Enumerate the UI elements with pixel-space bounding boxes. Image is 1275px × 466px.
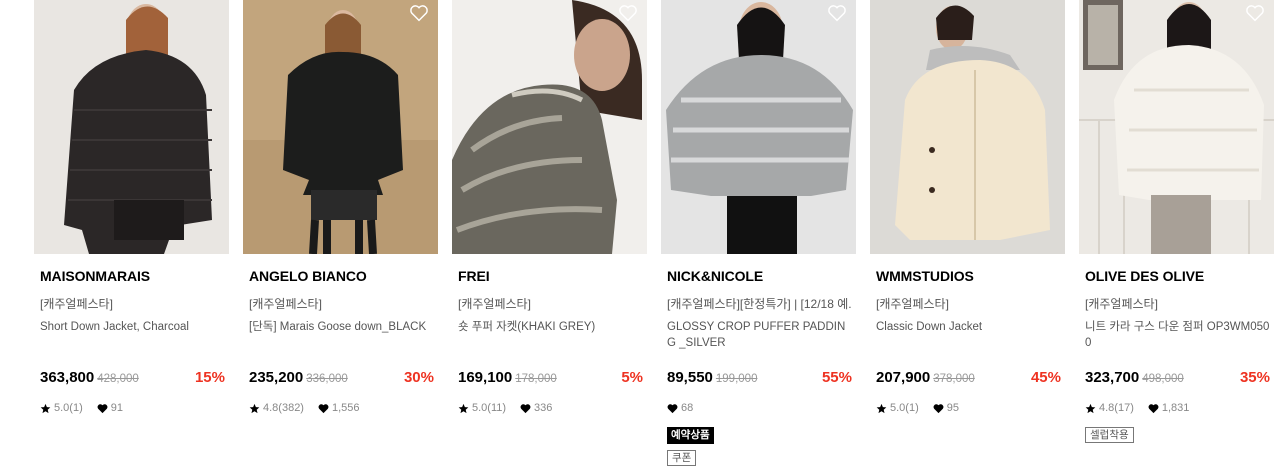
product-image[interactable] [243, 0, 438, 254]
sale-price: 169,100 [458, 369, 513, 386]
heart-icon [933, 403, 944, 413]
reservation-badge: 예약상품 [667, 427, 714, 444]
product-category: [캐주얼페스타] [1085, 297, 1158, 311]
product-brand[interactable]: FREI [458, 268, 490, 284]
product-image[interactable] [1079, 0, 1274, 254]
star-icon [458, 403, 469, 413]
original-price: 199,000 [715, 373, 758, 385]
sale-price: 235,200 [249, 369, 304, 386]
product-card[interactable]: MAISONMARAIS [캐주얼페스타] Short Down Jacket,… [34, 0, 229, 466]
product-title[interactable]: Short Down Jacket, Charcoal [40, 319, 226, 335]
product-stats: 5.0(11) 336 [458, 402, 552, 414]
product-image[interactable] [661, 0, 856, 254]
product-category: [캐주얼페스타] [40, 297, 113, 311]
product-stats: 5.0(1) 95 [876, 402, 959, 414]
discount-rate: 35% [1239, 369, 1270, 386]
product-stats: 4.8(17) 1,831 [1085, 402, 1189, 414]
product-title[interactable]: Classic Down Jacket [876, 319, 1062, 335]
product-price: 207,900 378,000 [876, 369, 975, 386]
celebrity-badge: 셀럽착용 [1085, 427, 1134, 443]
star-icon [876, 403, 887, 413]
rating-value: 4.8(17) [1099, 402, 1134, 414]
product-card[interactable]: OLIVE DES OLIVE [캐주얼페스타] 니트 카라 구스 다운 점퍼 … [1079, 0, 1274, 466]
heart-icon [520, 403, 531, 413]
likes-count: 68 [681, 402, 694, 414]
product-card[interactable]: ANGELO BIANCO [캐주얼페스타] [단독] Marais Goose… [243, 0, 438, 466]
product-price: 363,800 428,000 [40, 369, 139, 386]
original-price: 428,000 [97, 373, 139, 385]
product-category: [캐주얼페스타] [876, 297, 949, 311]
product-brand[interactable]: MAISONMARAIS [40, 268, 150, 284]
product-card[interactable]: FREI [캐주얼페스타] 숏 푸퍼 자켓(KHAKI GREY) 169,10… [452, 0, 647, 466]
product-price: 89,550 199,000 [667, 369, 757, 386]
discount-rate: 55% [821, 369, 852, 386]
likes-count: 1,556 [331, 402, 360, 414]
sale-price: 323,700 [1085, 369, 1140, 386]
heart-icon [97, 403, 108, 413]
wishlist-heart-icon[interactable] [409, 4, 429, 22]
rating-value: 4.8(382) [263, 402, 304, 414]
product-price: 235,200 336,000 [249, 369, 348, 386]
wishlist-heart-icon[interactable] [618, 4, 638, 22]
product-title[interactable]: [단독] Marais Goose down_BLACK [249, 319, 435, 335]
product-title[interactable]: GLOSSY CROP PUFFER PADDING _SILVER [667, 319, 853, 351]
wishlist-heart-icon[interactable] [1245, 4, 1265, 22]
star-icon [40, 403, 51, 413]
product-image[interactable] [452, 0, 647, 254]
product-brand[interactable]: NICK&NICOLE [667, 268, 763, 284]
product-price: 323,700 498,000 [1085, 369, 1184, 386]
product-brand[interactable]: OLIVE DES OLIVE [1085, 268, 1204, 284]
product-brand[interactable]: WMMSTUDIOS [876, 268, 974, 284]
star-icon [1085, 403, 1096, 413]
product-image[interactable] [870, 0, 1065, 254]
sale-price: 363,800 [40, 369, 95, 386]
likes-count: 95 [946, 402, 959, 414]
likes-count: 91 [110, 402, 123, 414]
original-price: 498,000 [1142, 373, 1184, 385]
product-category: [캐주얼페스타] [458, 297, 531, 311]
rating-value: 5.0(11) [472, 402, 507, 414]
sale-price: 207,900 [876, 369, 931, 386]
discount-rate: 30% [403, 369, 434, 386]
product-category: [캐주얼페스타][한정특가] | [12/18 예... [667, 297, 852, 311]
original-price: 378,000 [933, 373, 975, 385]
product-card[interactable]: NICK&NICOLE [캐주얼페스타][한정특가] | [12/18 예...… [661, 0, 856, 466]
heart-icon [318, 403, 329, 413]
product-category: [캐주얼페스타] [249, 297, 322, 311]
likes-count: 1,831 [1161, 402, 1190, 414]
product-stats: 5.0(1) 91 [40, 402, 123, 414]
product-brand[interactable]: ANGELO BIANCO [249, 268, 367, 284]
rating-value: 5.0(1) [54, 402, 83, 414]
product-image[interactable] [34, 0, 229, 254]
product-stats: 4.8(382) 1,556 [249, 402, 360, 414]
sale-price: 89,550 [667, 369, 713, 386]
rating-value: 5.0(1) [890, 402, 919, 414]
product-card[interactable]: WMMSTUDIOS [캐주얼페스타] Classic Down Jacket … [870, 0, 1065, 466]
heart-icon [667, 403, 678, 413]
wishlist-heart-icon[interactable] [827, 4, 847, 22]
coupon-badge: 쿠폰 [667, 450, 697, 466]
likes-count: 336 [534, 402, 553, 414]
discount-rate: 45% [1030, 369, 1061, 386]
discount-rate: 5% [621, 369, 643, 386]
heart-icon [1148, 403, 1159, 413]
discount-rate: 15% [194, 369, 225, 386]
product-stats: 68 [667, 402, 693, 414]
product-title[interactable]: 숏 푸퍼 자켓(KHAKI GREY) [458, 319, 644, 335]
product-price: 169,100 178,000 [458, 369, 557, 386]
product-title[interactable]: 니트 카라 구스 다운 점퍼 OP3WM0500 [1085, 319, 1271, 351]
original-price: 336,000 [306, 373, 348, 385]
star-icon [249, 403, 260, 413]
original-price: 178,000 [515, 373, 557, 385]
